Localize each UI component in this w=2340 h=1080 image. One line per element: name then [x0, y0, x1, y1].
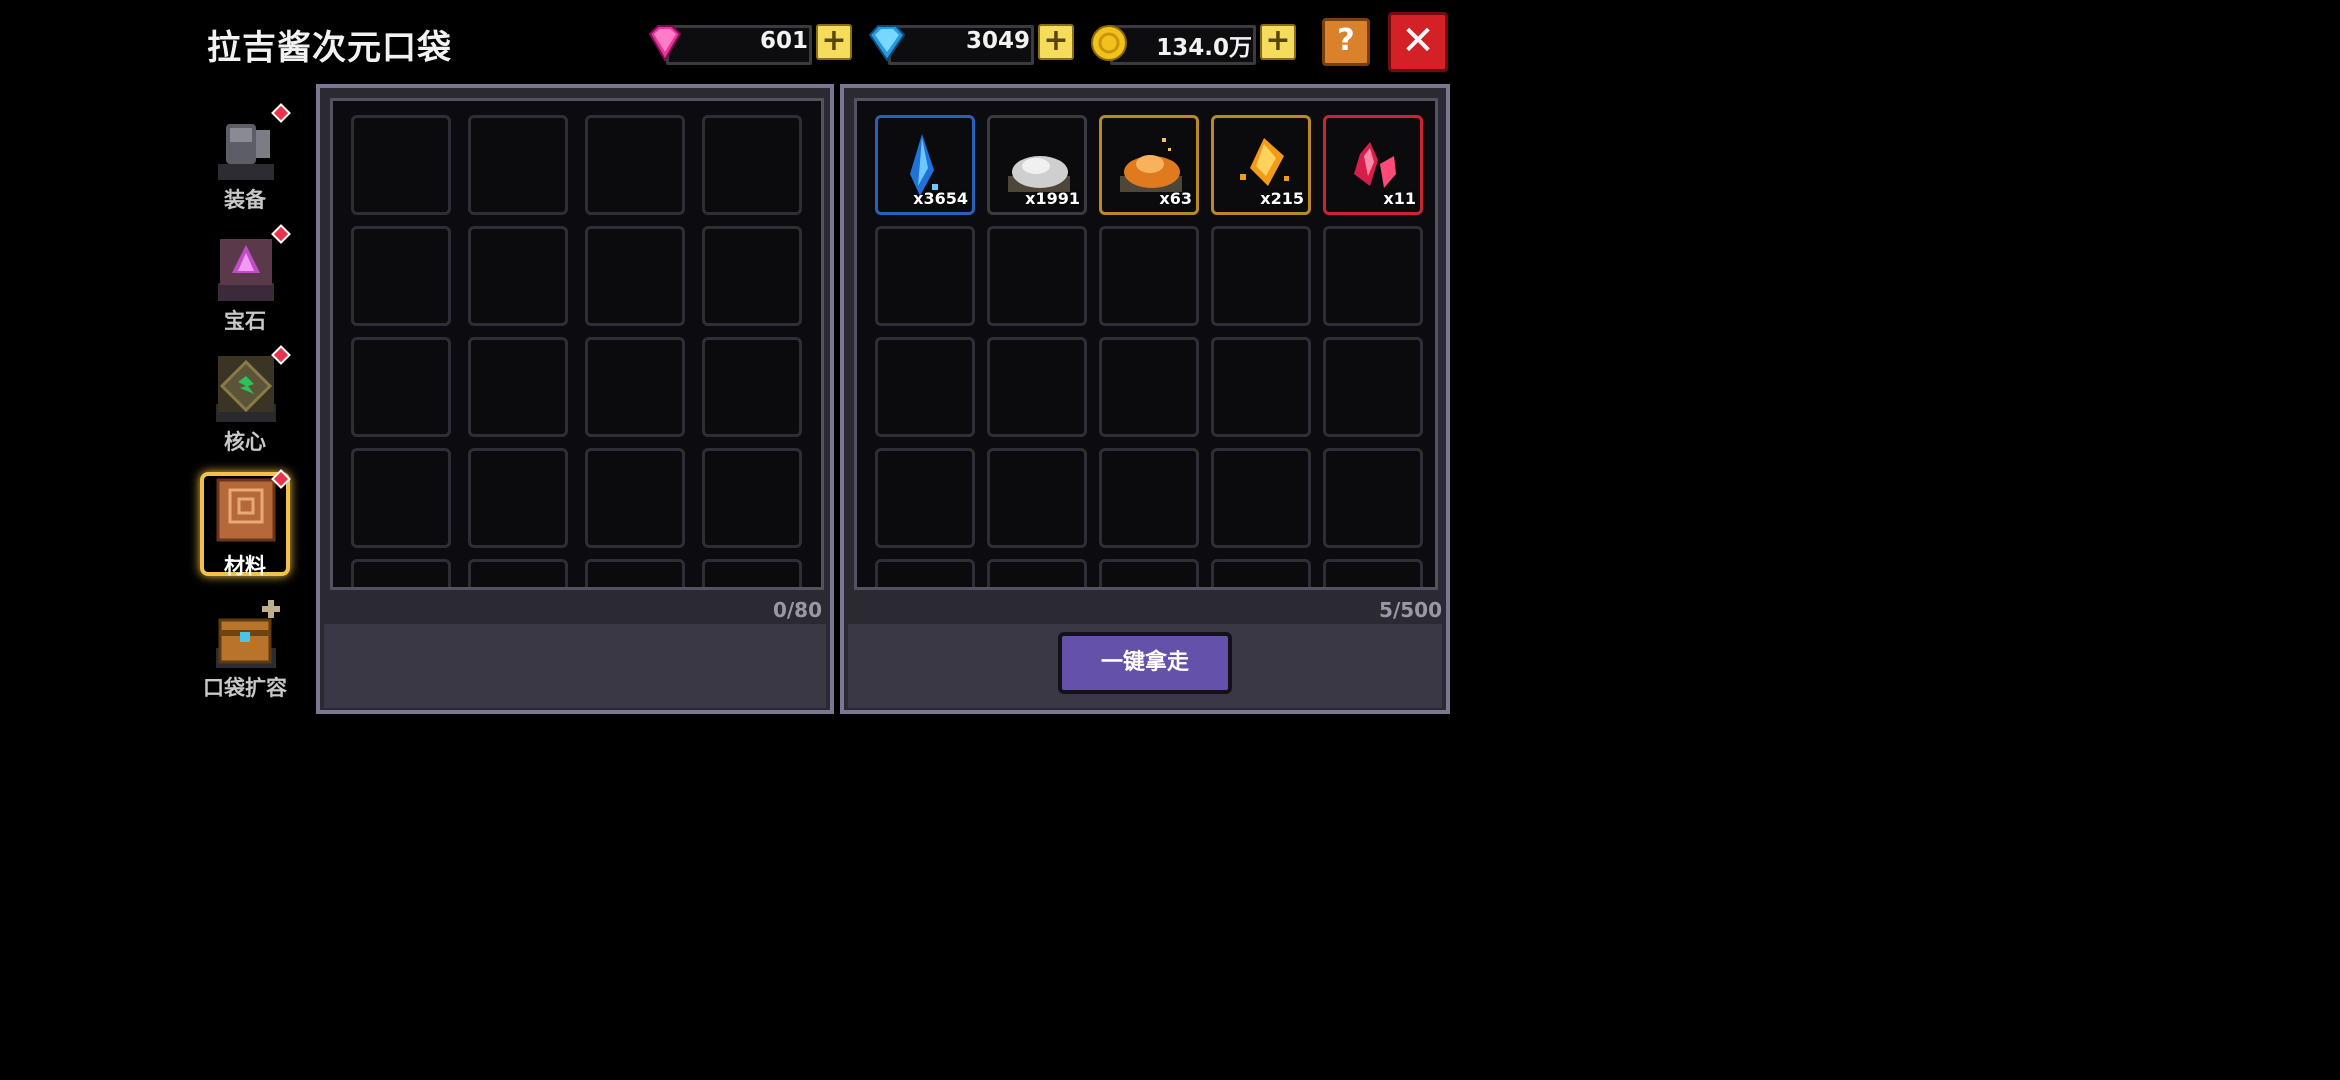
- empty-slot[interactable]: [468, 226, 568, 326]
- empty-slot[interactable]: [585, 226, 685, 326]
- empty-slot[interactable]: [468, 559, 568, 587]
- empty-slot[interactable]: [1323, 448, 1423, 548]
- empty-slot[interactable]: [987, 337, 1087, 437]
- coins-value: 134.0万: [1156, 35, 1252, 61]
- empty-slot[interactable]: [1323, 559, 1423, 587]
- tab-gems[interactable]: 宝石: [200, 224, 291, 343]
- diamonds-value: 3049: [965, 28, 1030, 54]
- empty-slot[interactable]: [1099, 337, 1199, 437]
- empty-slot[interactable]: [468, 448, 568, 548]
- help-button[interactable]: ?: [1322, 18, 1370, 66]
- currency-diamonds: 3049 +: [866, 22, 1074, 65]
- tab-label: 宝石: [224, 309, 266, 333]
- empty-slot[interactable]: [585, 448, 685, 548]
- empty-slot[interactable]: [1211, 448, 1311, 548]
- empty-slot[interactable]: [702, 226, 802, 326]
- empty-slot[interactable]: [702, 559, 802, 587]
- empty-slot[interactable]: [875, 448, 975, 548]
- inventory-slot[interactable]: x11: [1323, 115, 1423, 215]
- empty-slot[interactable]: [351, 337, 451, 437]
- inventory-slot[interactable]: x63: [1099, 115, 1199, 215]
- empty-slot[interactable]: [1099, 448, 1199, 548]
- tab-label: 核心: [224, 430, 266, 454]
- empty-slot[interactable]: [875, 559, 975, 587]
- gems-value: 601: [759, 28, 808, 54]
- empty-slot[interactable]: [1211, 559, 1311, 587]
- inventory-slot[interactable]: x1991: [987, 115, 1087, 215]
- empty-slot[interactable]: [987, 448, 1087, 548]
- inventory-slot[interactable]: x215: [1211, 115, 1311, 215]
- pink-gem-icon: [648, 25, 682, 63]
- right-panel: x3654 x1991 x63 x215 x11 5/500: [840, 84, 1450, 714]
- item-quantity: x63: [1159, 189, 1192, 208]
- empty-slot[interactable]: [585, 559, 685, 587]
- empty-slot[interactable]: [1099, 226, 1199, 326]
- right-capacity-count: 5/500: [1379, 598, 1442, 622]
- tab-materials[interactable]: 材料: [200, 469, 291, 588]
- armor-icon: [218, 124, 274, 180]
- empty-slot[interactable]: [875, 226, 975, 326]
- left-panel: 0/80: [316, 84, 834, 714]
- empty-slot[interactable]: [351, 115, 451, 215]
- item-quantity: x11: [1383, 189, 1416, 208]
- gold-coin-icon: [1091, 25, 1127, 61]
- currency-gems: 601 +: [644, 22, 852, 65]
- tab-equipment[interactable]: 装备: [200, 103, 291, 222]
- expand-chest-icon: [216, 600, 280, 668]
- inventory-slot[interactable]: x3654: [875, 115, 975, 215]
- core-icon: [216, 356, 276, 422]
- gem-altar-icon: [218, 239, 274, 301]
- empty-slot[interactable]: [702, 337, 802, 437]
- empty-slot[interactable]: [1211, 226, 1311, 326]
- empty-slot[interactable]: [351, 559, 451, 587]
- tab-label: 装备: [224, 188, 266, 212]
- add-coins-button[interactable]: +: [1260, 24, 1296, 60]
- close-button[interactable]: ✕: [1388, 12, 1448, 72]
- empty-slot[interactable]: [1211, 337, 1311, 437]
- left-footer: [324, 624, 826, 708]
- currency-coins: 134.0万 +: [1088, 22, 1296, 65]
- empty-slot[interactable]: [585, 115, 685, 215]
- tab-core[interactable]: 核心: [200, 345, 291, 464]
- right-item-grid: x3654 x1991 x63 x215 x11: [854, 98, 1438, 590]
- tab-label: 材料: [224, 554, 266, 578]
- item-quantity: x1991: [1025, 189, 1080, 208]
- take-all-button[interactable]: 一键拿走: [1058, 632, 1232, 694]
- left-item-grid: [330, 98, 824, 590]
- empty-slot[interactable]: [585, 337, 685, 437]
- item-quantity: x3654: [913, 189, 968, 208]
- empty-slot[interactable]: [702, 448, 802, 548]
- blue-diamond-icon: [868, 25, 906, 62]
- empty-slot[interactable]: [351, 226, 451, 326]
- tab-label: 口袋扩容: [203, 676, 287, 700]
- empty-slot[interactable]: [987, 226, 1087, 326]
- empty-slot[interactable]: [468, 115, 568, 215]
- empty-slot[interactable]: [987, 559, 1087, 587]
- material-book-icon: [216, 478, 276, 542]
- empty-slot[interactable]: [351, 448, 451, 548]
- empty-slot[interactable]: [875, 337, 975, 437]
- empty-slot[interactable]: [468, 337, 568, 437]
- add-diamonds-button[interactable]: +: [1038, 24, 1074, 60]
- empty-slot[interactable]: [1323, 226, 1423, 326]
- empty-slot[interactable]: [1099, 559, 1199, 587]
- empty-slot[interactable]: [702, 115, 802, 215]
- empty-slot[interactable]: [1323, 337, 1423, 437]
- page-title: 拉吉酱次元口袋: [207, 28, 452, 68]
- add-gems-button[interactable]: +: [816, 24, 852, 60]
- left-capacity-count: 0/80: [772, 598, 822, 622]
- item-quantity: x215: [1260, 189, 1304, 208]
- tab-expand-pocket[interactable]: 口袋扩容: [200, 600, 290, 710]
